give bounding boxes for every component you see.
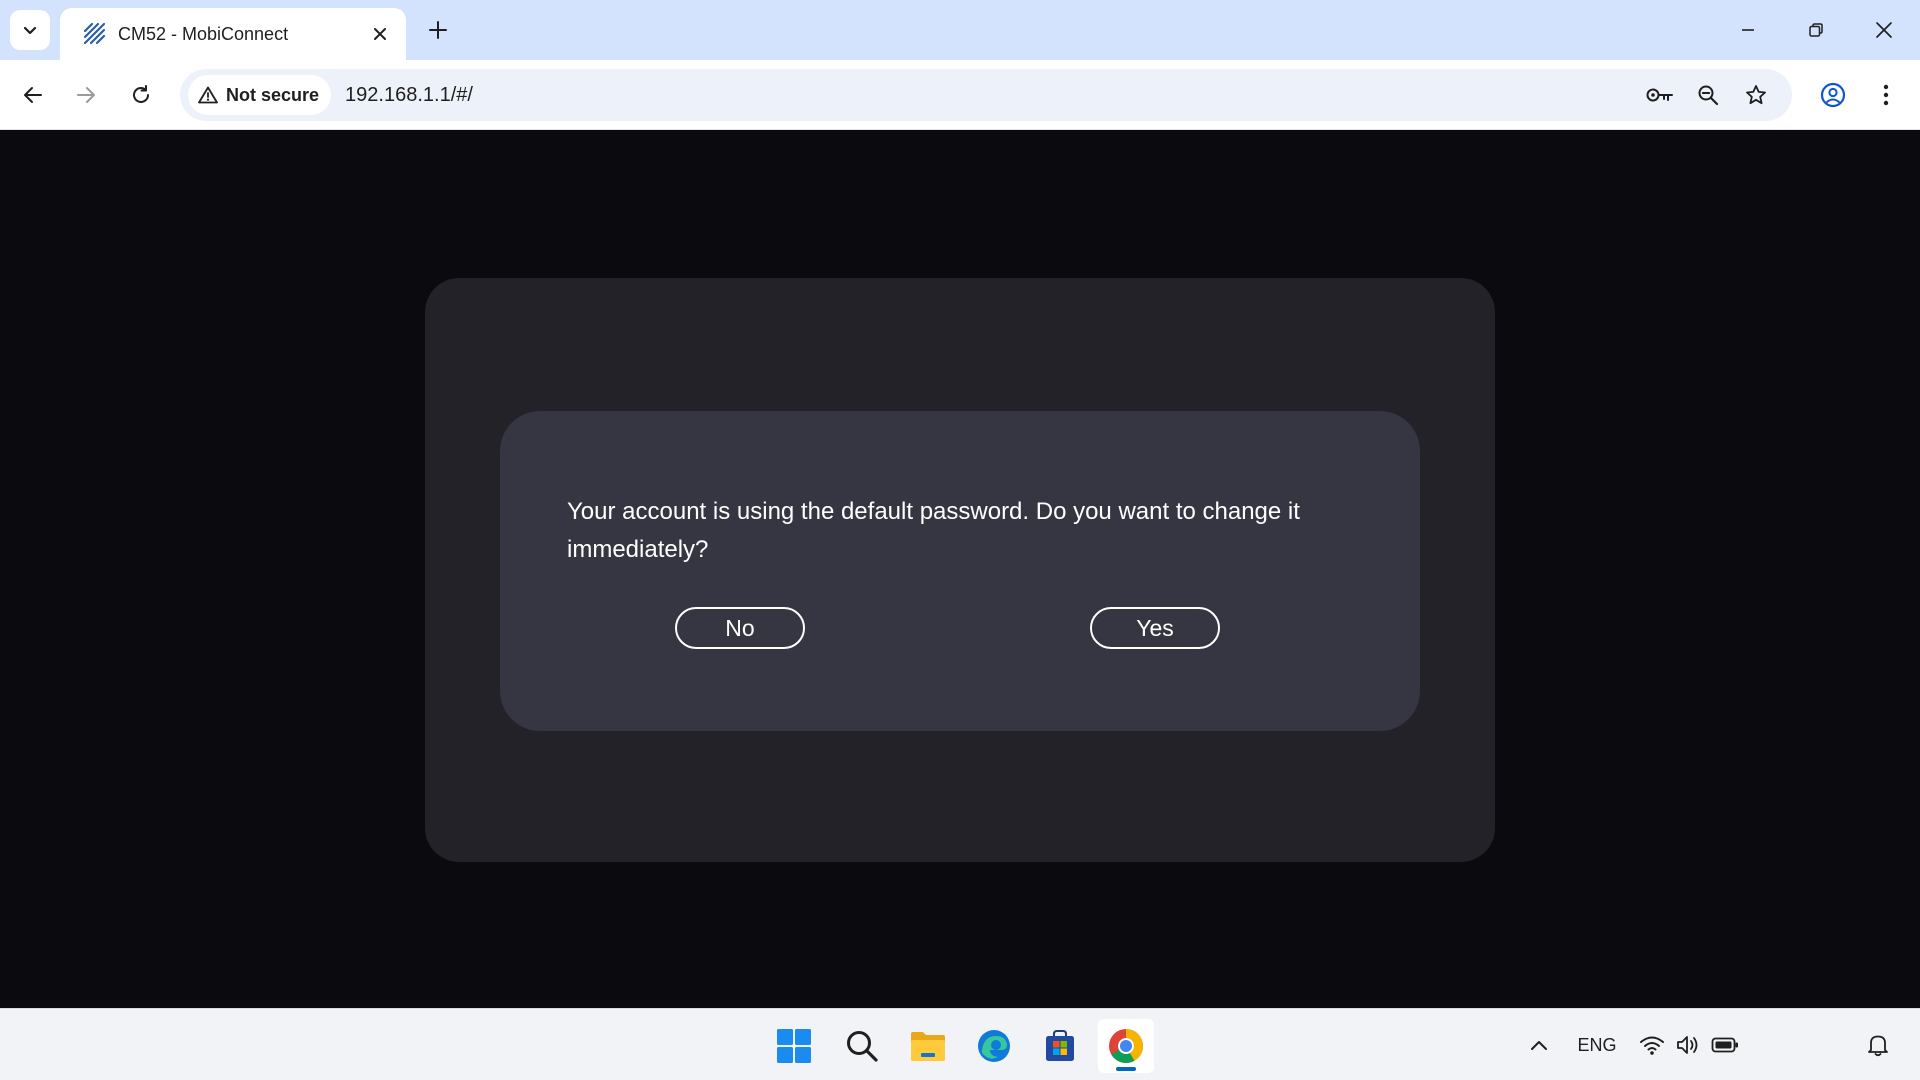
arrow-left-icon [24,87,42,103]
chrome-button[interactable] [1098,1019,1154,1073]
new-tab-button[interactable] [420,12,456,48]
browser-tab-strip: CM52 - MobiConnect [0,0,1920,60]
web-page: Your account is using the default passwo… [0,130,1920,1008]
key-icon [1646,88,1673,102]
language-label: ENG [1577,1034,1617,1055]
volume-icon [1677,1036,1698,1054]
language-indicator[interactable]: ENG [1572,1027,1622,1063]
show-hidden-icons-button[interactable] [1522,1027,1556,1063]
profile-icon [1820,82,1846,108]
battery-status[interactable] [1708,1027,1742,1063]
microsoft-store-icon [1046,1030,1074,1061]
edge-button[interactable] [966,1019,1022,1073]
default-password-dialog: Your account is using the default passwo… [500,411,1420,731]
url-text[interactable]: 192.168.1.1/#/ [345,84,473,107]
microsoft-store-button[interactable] [1032,1019,1088,1073]
restore-icon [1809,23,1823,37]
wifi-status[interactable] [1636,1027,1668,1063]
chevron-down-icon [23,26,37,35]
tab-title: CM52 - MobiConnect [118,23,289,44]
file-explorer-icon [911,1032,945,1061]
bookmark-button[interactable] [1736,75,1776,115]
minimize-button[interactable] [1720,8,1776,52]
edge-icon [978,1030,1010,1062]
yes-button[interactable]: Yes [1090,607,1220,649]
windows-taskbar: ENG [0,1008,1920,1080]
close-icon [1876,22,1892,38]
login-card: Your account is using the default passwo… [425,278,1495,862]
mobiconnect-favicon-icon [83,22,106,45]
zoom-button[interactable] [1688,75,1728,115]
forward-button[interactable] [66,75,106,115]
dialog-message: Your account is using the default passwo… [567,498,1300,563]
wifi-icon [1640,1036,1664,1055]
chevron-up-icon [1531,1041,1547,1050]
star-icon [1746,85,1766,105]
more-vertical-icon [1883,84,1889,106]
tab-close-button[interactable] [366,20,394,48]
address-bar[interactable]: Not secure 192.168.1.1/#/ [180,69,1792,121]
zoom-out-icon [1698,85,1719,106]
profile-button[interactable] [1813,75,1853,115]
tab-search-button[interactable] [10,10,50,50]
no-button[interactable]: No [675,607,805,649]
taskbar-search-button[interactable] [834,1019,890,1073]
restore-button[interactable] [1788,8,1844,52]
chrome-icon [1109,1029,1143,1063]
volume-status[interactable] [1672,1027,1704,1063]
search-icon [847,1031,878,1062]
active-app-indicator [1116,1067,1136,1071]
close-icon [374,28,386,40]
back-button[interactable] [13,75,53,115]
password-manager-button[interactable] [1640,75,1680,115]
start-button[interactable] [766,1019,822,1073]
warning-icon [198,86,218,104]
security-label: Not secure [226,84,320,105]
site-security-chip[interactable]: Not secure [188,75,332,115]
bell-icon [1868,1035,1888,1057]
plus-icon [429,21,447,39]
browser-tab-active[interactable]: CM52 - MobiConnect [60,8,406,60]
arrow-right-icon [77,87,95,103]
battery-icon [1711,1037,1738,1053]
start-icon [777,1029,811,1063]
browser-menu-button[interactable] [1866,75,1906,115]
window-close-button[interactable] [1856,8,1912,52]
reload-button[interactable] [121,75,161,115]
minimize-icon [1742,29,1754,31]
file-explorer-button[interactable] [900,1019,956,1073]
reload-icon [133,85,149,103]
browser-toolbar: Not secure 192.168.1.1/#/ [0,60,1920,130]
notifications-button[interactable] [1862,1027,1894,1063]
